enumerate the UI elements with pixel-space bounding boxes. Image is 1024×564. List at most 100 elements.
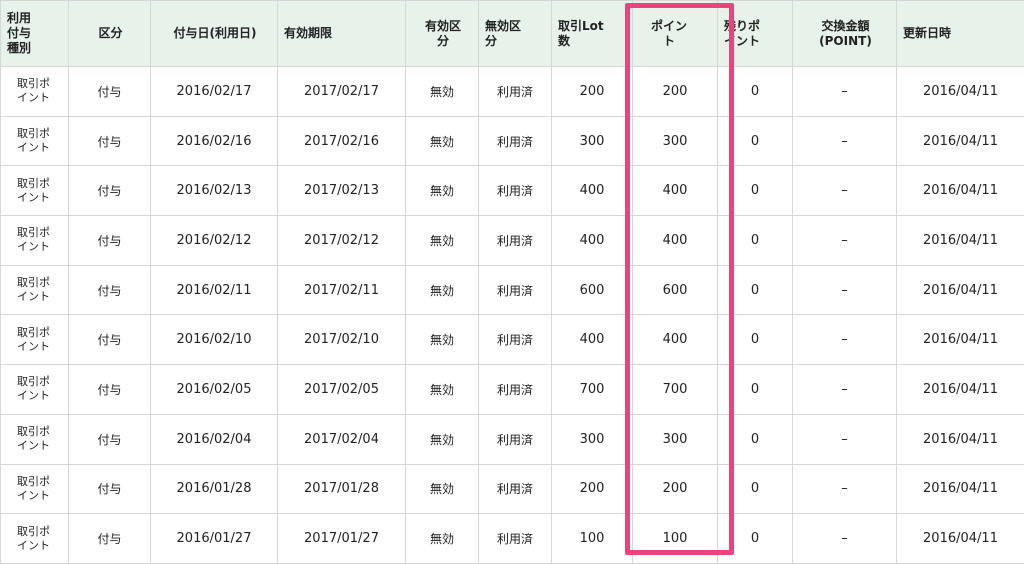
table-row: 取引ポイント付与2016/02/162017/02/16無効利用済3003000… xyxy=(1,116,1024,166)
cell-category: 付与 xyxy=(69,414,151,464)
cell-lot-count: 400 xyxy=(552,315,633,365)
cell-points: 100 xyxy=(633,514,718,564)
cell-expiry-date: 2017/01/28 xyxy=(278,464,406,514)
cell-usage-type: 取引ポイント xyxy=(1,514,69,564)
cell-lot-count: 400 xyxy=(552,216,633,266)
cell-exchange-amount: – xyxy=(793,315,897,365)
cell-grant-date: 2016/02/04 xyxy=(151,414,278,464)
cell-remaining-points: 0 xyxy=(718,116,793,166)
cell-category: 付与 xyxy=(69,464,151,514)
cell-updated-at: 2016/04/11 xyxy=(897,67,1024,117)
cell-remaining-points: 0 xyxy=(718,67,793,117)
cell-invalid-status: 利用済 xyxy=(479,265,552,315)
cell-updated-at: 2016/04/11 xyxy=(897,464,1024,514)
cell-usage-type: 取引ポイント xyxy=(1,464,69,514)
cell-updated-at: 2016/04/11 xyxy=(897,265,1024,315)
cell-usage-type: 取引ポイント xyxy=(1,216,69,266)
header-invalid-status: 無効区分 xyxy=(479,1,552,67)
cell-grant-date: 2016/02/11 xyxy=(151,265,278,315)
header-usage-type: 利用付与種別 xyxy=(1,1,69,67)
header-category: 区分 xyxy=(69,1,151,67)
cell-valid-status: 無効 xyxy=(406,365,479,415)
header-points: ポイント xyxy=(633,1,718,67)
cell-exchange-amount: – xyxy=(793,514,897,564)
cell-points: 200 xyxy=(633,464,718,514)
cell-grant-date: 2016/02/13 xyxy=(151,166,278,216)
cell-grant-date: 2016/01/27 xyxy=(151,514,278,564)
cell-valid-status: 無効 xyxy=(406,116,479,166)
cell-grant-date: 2016/02/05 xyxy=(151,365,278,415)
cell-remaining-points: 0 xyxy=(718,365,793,415)
cell-invalid-status: 利用済 xyxy=(479,514,552,564)
cell-valid-status: 無効 xyxy=(406,67,479,117)
cell-points: 400 xyxy=(633,315,718,365)
table-row: 取引ポイント付与2016/02/052017/02/05無効利用済7007000… xyxy=(1,365,1024,415)
header-updated-at: 更新日時 xyxy=(897,1,1024,67)
cell-lot-count: 600 xyxy=(552,265,633,315)
cell-lot-count: 300 xyxy=(552,414,633,464)
cell-lot-count: 400 xyxy=(552,166,633,216)
cell-invalid-status: 利用済 xyxy=(479,464,552,514)
cell-valid-status: 無効 xyxy=(406,216,479,266)
cell-updated-at: 2016/04/11 xyxy=(897,514,1024,564)
cell-points: 400 xyxy=(633,166,718,216)
cell-category: 付与 xyxy=(69,514,151,564)
cell-remaining-points: 0 xyxy=(718,414,793,464)
header-expiry-date: 有効期限 xyxy=(278,1,406,67)
table-header-row: 利用付与種別区分付与日(利用日)有効期限有効区分無効区分取引Lot数ポイント残り… xyxy=(1,1,1024,67)
table-row: 取引ポイント付与2016/02/042017/02/04無効利用済3003000… xyxy=(1,414,1024,464)
cell-points: 300 xyxy=(633,414,718,464)
cell-lot-count: 100 xyxy=(552,514,633,564)
cell-expiry-date: 2017/02/11 xyxy=(278,265,406,315)
cell-exchange-amount: – xyxy=(793,464,897,514)
header-exchange-amount: 交換金額(POINT) xyxy=(793,1,897,67)
table-body: 取引ポイント付与2016/02/172017/02/17無効利用済2002000… xyxy=(1,67,1024,564)
cell-exchange-amount: – xyxy=(793,116,897,166)
cell-invalid-status: 利用済 xyxy=(479,116,552,166)
cell-updated-at: 2016/04/11 xyxy=(897,166,1024,216)
header-grant-date: 付与日(利用日) xyxy=(151,1,278,67)
cell-valid-status: 無効 xyxy=(406,265,479,315)
cell-usage-type: 取引ポイント xyxy=(1,265,69,315)
cell-category: 付与 xyxy=(69,216,151,266)
cell-exchange-amount: – xyxy=(793,265,897,315)
table-row: 取引ポイント付与2016/02/112017/02/11無効利用済6006000… xyxy=(1,265,1024,315)
cell-expiry-date: 2017/02/17 xyxy=(278,67,406,117)
cell-grant-date: 2016/02/10 xyxy=(151,315,278,365)
cell-category: 付与 xyxy=(69,315,151,365)
cell-points: 600 xyxy=(633,265,718,315)
cell-valid-status: 無効 xyxy=(406,514,479,564)
cell-updated-at: 2016/04/11 xyxy=(897,116,1024,166)
cell-valid-status: 無効 xyxy=(406,166,479,216)
cell-points: 200 xyxy=(633,67,718,117)
header-remaining-points: 残りポイント xyxy=(718,1,793,67)
cell-remaining-points: 0 xyxy=(718,166,793,216)
points-history-table: 利用付与種別区分付与日(利用日)有効期限有効区分無効区分取引Lot数ポイント残り… xyxy=(0,0,1024,564)
cell-invalid-status: 利用済 xyxy=(479,365,552,415)
cell-usage-type: 取引ポイント xyxy=(1,365,69,415)
cell-category: 付与 xyxy=(69,265,151,315)
cell-points: 700 xyxy=(633,365,718,415)
cell-usage-type: 取引ポイント xyxy=(1,166,69,216)
cell-expiry-date: 2017/02/10 xyxy=(278,315,406,365)
cell-usage-type: 取引ポイント xyxy=(1,116,69,166)
cell-expiry-date: 2017/02/04 xyxy=(278,414,406,464)
header-valid-status: 有効区分 xyxy=(406,1,479,67)
cell-updated-at: 2016/04/11 xyxy=(897,216,1024,266)
cell-exchange-amount: – xyxy=(793,166,897,216)
cell-expiry-date: 2017/02/05 xyxy=(278,365,406,415)
cell-remaining-points: 0 xyxy=(718,315,793,365)
cell-expiry-date: 2017/02/16 xyxy=(278,116,406,166)
cell-category: 付与 xyxy=(69,67,151,117)
cell-lot-count: 300 xyxy=(552,116,633,166)
cell-exchange-amount: – xyxy=(793,365,897,415)
cell-expiry-date: 2017/01/27 xyxy=(278,514,406,564)
cell-exchange-amount: – xyxy=(793,67,897,117)
table-row: 取引ポイント付与2016/01/272017/01/27無効利用済1001000… xyxy=(1,514,1024,564)
cell-valid-status: 無効 xyxy=(406,315,479,365)
cell-grant-date: 2016/01/28 xyxy=(151,464,278,514)
cell-updated-at: 2016/04/11 xyxy=(897,414,1024,464)
table-row: 取引ポイント付与2016/01/282017/01/28無効利用済2002000… xyxy=(1,464,1024,514)
cell-remaining-points: 0 xyxy=(718,216,793,266)
table-row: 取引ポイント付与2016/02/132017/02/13無効利用済4004000… xyxy=(1,166,1024,216)
